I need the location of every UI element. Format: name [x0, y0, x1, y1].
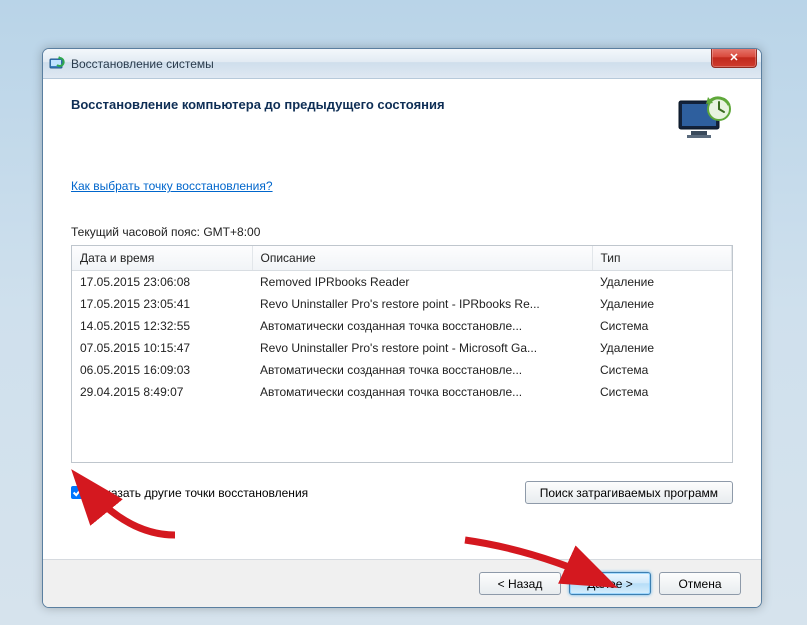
cell-desc: Автоматически созданная точка восстановл… [252, 359, 592, 381]
wizard-footer: < Назад Далее > Отмена [43, 559, 761, 607]
cell-date: 14.05.2015 12:32:55 [72, 315, 252, 337]
back-button[interactable]: < Назад [479, 572, 561, 595]
next-button[interactable]: Далее > [569, 572, 651, 595]
system-restore-icon [49, 56, 65, 72]
cell-type: Система [592, 381, 732, 403]
close-icon: ✕ [729, 51, 738, 64]
cell-date: 29.04.2015 8:49:07 [72, 381, 252, 403]
table-header-row[interactable]: Дата и время Описание Тип [72, 246, 732, 271]
table-row[interactable]: 07.05.2015 10:15:47Revo Uninstaller Pro'… [72, 337, 732, 359]
cancel-button[interactable]: Отмена [659, 572, 741, 595]
restore-monitor-icon [677, 95, 733, 143]
search-affected-button[interactable]: Поиск затрагиваемых программ [525, 481, 733, 504]
table-row[interactable]: 06.05.2015 16:09:03Автоматически созданн… [72, 359, 732, 381]
content-area: Восстановление компьютера до предыдущего… [43, 79, 761, 504]
cell-desc: Автоматически созданная точка восстановл… [252, 381, 592, 403]
col-header-type[interactable]: Тип [592, 246, 732, 271]
help-link[interactable]: Как выбрать точку восстановления? [71, 179, 273, 193]
cell-date: 17.05.2015 23:06:08 [72, 271, 252, 293]
cell-type: Система [592, 315, 732, 337]
cell-desc: Автоматически созданная точка восстановл… [252, 315, 592, 337]
cell-desc: Revo Uninstaller Pro's restore point - I… [252, 293, 592, 315]
cell-type: Система [592, 359, 732, 381]
cell-date: 06.05.2015 16:09:03 [72, 359, 252, 381]
show-more-checkbox[interactable] [71, 486, 84, 499]
cell-date: 17.05.2015 23:05:41 [72, 293, 252, 315]
table-row[interactable]: 29.04.2015 8:49:07Автоматически созданна… [72, 381, 732, 403]
cell-desc: Revo Uninstaller Pro's restore point - M… [252, 337, 592, 359]
close-button[interactable]: ✕ [711, 48, 757, 68]
table-row[interactable]: 14.05.2015 12:32:55Автоматически созданн… [72, 315, 732, 337]
restore-points-table[interactable]: Дата и время Описание Тип 17.05.2015 23:… [71, 245, 733, 463]
table-row[interactable]: 17.05.2015 23:05:41Revo Uninstaller Pro'… [72, 293, 732, 315]
cell-type: Удаление [592, 337, 732, 359]
cell-desc: Removed IPRbooks Reader [252, 271, 592, 293]
timezone-label: Текущий часовой пояс: GMT+8:00 [71, 225, 733, 239]
system-restore-window: Восстановление системы ✕ Восстановление … [42, 48, 762, 608]
table-row[interactable]: 17.05.2015 23:06:08Removed IPRbooks Read… [72, 271, 732, 293]
cell-type: Удаление [592, 293, 732, 315]
cell-type: Удаление [592, 271, 732, 293]
col-header-date[interactable]: Дата и время [72, 246, 252, 271]
window-title: Восстановление системы [71, 57, 214, 71]
col-header-desc[interactable]: Описание [252, 246, 592, 271]
titlebar[interactable]: Восстановление системы ✕ [43, 49, 761, 79]
page-heading: Восстановление компьютера до предыдущего… [71, 95, 657, 112]
show-more-label[interactable]: Показать другие точки восстановления [90, 486, 308, 500]
cell-date: 07.05.2015 10:15:47 [72, 337, 252, 359]
